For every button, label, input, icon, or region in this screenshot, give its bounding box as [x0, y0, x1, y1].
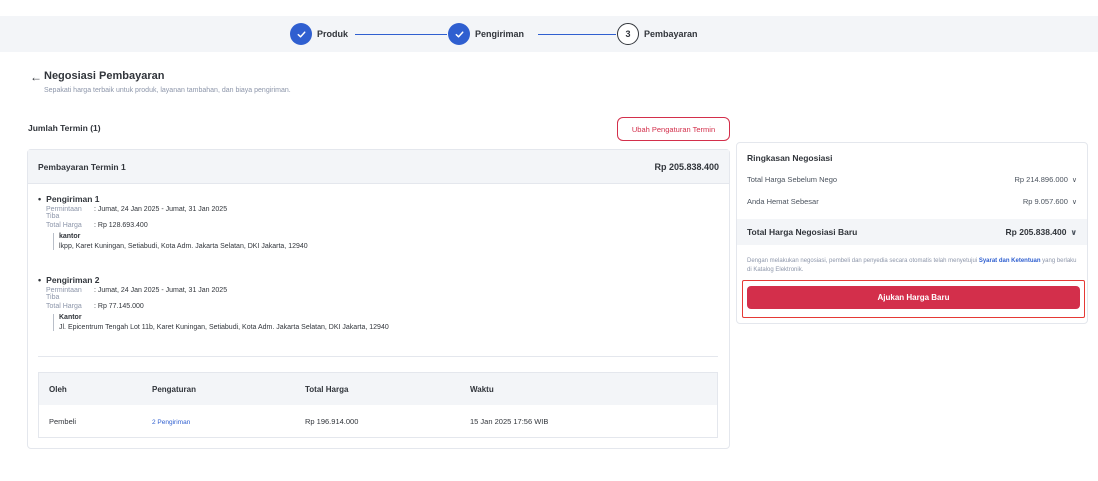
negotiation-history-table: Oleh Pengaturan Total Harga Waktu Pembel…: [38, 372, 718, 438]
col-oleh: Oleh: [49, 384, 67, 394]
step-label: Produk: [317, 29, 349, 39]
termin-amount: Rp 205.838.400: [654, 161, 719, 172]
check-icon: [448, 23, 470, 45]
summary-total-row[interactable]: Total Harga Negosiasi Baru Rp 205.838.40…: [737, 219, 1087, 245]
shipment-address: Kantor Jl. Epicentrum Tengah Lot 11b, Ka…: [53, 314, 718, 331]
total-value: Rp 205.838.400: [1005, 227, 1067, 237]
shipments-link[interactable]: 2 Pengiriman: [152, 419, 190, 426]
termin-title: Pembayaran Termin 1: [38, 161, 126, 172]
bullet-icon: •: [38, 194, 42, 204]
submit-highlight: Ajukan Harga Baru: [742, 280, 1085, 318]
step-connector: [538, 34, 616, 35]
address-line: lkpp, Karet Kuningan, Setiabudi, Kota Ad…: [59, 243, 308, 250]
col-total-harga: Total Harga: [305, 384, 349, 394]
summary-saving-row[interactable]: Anda Hemat Sebesar Rp 9.057.600 ∨: [747, 197, 1077, 206]
price-label: Total Harga: [46, 303, 82, 310]
price-label: Total Harga: [46, 222, 82, 229]
change-termin-button[interactable]: Ubah Pengaturan Termin: [617, 117, 730, 141]
bullet-icon: •: [38, 275, 42, 285]
address-name: Kantor: [59, 314, 82, 321]
shipment-title: • Pengiriman 2: [38, 275, 718, 285]
summary-before-row[interactable]: Total Harga Sebelum Nego Rp 214.896.000 ∨: [747, 175, 1077, 184]
total-label: Total Harga Negosiasi Baru: [747, 227, 858, 237]
step-produk: Produk: [290, 23, 348, 45]
saving-label: Anda Hemat Sebesar: [747, 197, 819, 206]
chevron-down-icon[interactable]: ∨: [1071, 228, 1078, 237]
shipment-title-text: Pengiriman 2: [46, 275, 100, 285]
total-value-wrap: Rp 205.838.400 ∨: [1006, 227, 1077, 237]
negotiation-summary: Ringkasan Negosiasi Total Harga Sebelum …: [736, 142, 1088, 324]
termin-count: Jumlah Termin (1): [28, 123, 101, 133]
step-connector: [355, 34, 447, 35]
disclaimer: Dengan melakukan negosiasi, pembeli dan …: [747, 257, 1077, 275]
termin-header: Pembayaran Termin 1 Rp 205.838.400: [28, 150, 729, 184]
shipment-address: kantor lkpp, Karet Kuningan, Setiabudi, …: [53, 233, 718, 250]
page-title: Negosiasi Pembayaran: [44, 70, 165, 82]
step-pengiriman: Pengiriman: [448, 23, 524, 45]
shipment-1: • Pengiriman 1 Permintaan Tiba : Jumat, …: [38, 194, 718, 250]
cell-time: 15 Jan 2025 17:56 WIB: [470, 416, 549, 426]
request-value: : Jumat, 24 Jan 2025 - Jumat, 31 Jan 202…: [94, 287, 228, 294]
terms-link[interactable]: Syarat dan Ketentuan: [979, 258, 1041, 264]
shipment-request: Permintaan Tiba : Jumat, 24 Jan 2025 - J…: [46, 206, 718, 220]
step-pembayaran: 3 Pembayaran: [617, 23, 698, 45]
col-waktu: Waktu: [470, 384, 494, 394]
shipment-price: Total Harga : Rp 128.693.400: [46, 222, 718, 229]
divider: [38, 356, 718, 357]
termin-card: Pembayaran Termin 1 Rp 205.838.400 • Pen…: [27, 149, 730, 449]
step-label: Pembayaran: [644, 29, 698, 39]
disclaimer-text: Dengan melakukan negosiasi, pembeli dan …: [747, 258, 979, 264]
table-header: Oleh Pengaturan Total Harga Waktu: [39, 373, 717, 405]
back-arrow-icon[interactable]: ←: [30, 70, 42, 84]
cell-setting: 2 Pengiriman: [152, 417, 305, 426]
chevron-down-icon[interactable]: ∨: [1072, 199, 1077, 206]
page-subtitle: Sepakati harga terbaik untuk produk, lay…: [44, 87, 291, 94]
request-label: Permintaan Tiba: [46, 287, 82, 301]
cell-total: Rp 196.914.000: [305, 416, 359, 426]
step-label: Pengiriman: [475, 29, 525, 39]
cell-by: Pembeli: [49, 416, 77, 426]
chevron-down-icon[interactable]: ∨: [1072, 177, 1077, 184]
col-pengaturan: Pengaturan: [152, 384, 197, 394]
checkout-stepper: Produk Pengiriman 3 Pembayaran: [0, 16, 1098, 52]
shipment-price: Total Harga : Rp 77.145.000: [46, 303, 718, 310]
shipment-2: • Pengiriman 2 Permintaan Tiba : Jumat, …: [38, 275, 718, 331]
address-line: Jl. Epicentrum Tengah Lot 11b, Karet Kun…: [59, 324, 389, 331]
submit-new-price-button[interactable]: Ajukan Harga Baru: [747, 286, 1080, 309]
request-label: Permintaan Tiba: [46, 206, 82, 220]
before-value: Rp 214.896.000: [1014, 175, 1068, 184]
before-label: Total Harga Sebelum Nego: [747, 175, 838, 184]
address-name: kantor: [59, 233, 81, 240]
step-number: 3: [617, 23, 639, 45]
before-value-wrap: Rp 214.896.000 ∨: [1014, 175, 1077, 184]
table-row: Pembeli 2 Pengiriman Rp 196.914.000 15 J…: [39, 405, 717, 437]
shipment-title-text: Pengiriman 1: [46, 194, 100, 204]
saving-value: Rp 9.057.600: [1022, 197, 1068, 206]
request-value: : Jumat, 24 Jan 2025 - Jumat, 31 Jan 202…: [94, 206, 228, 213]
saving-value-wrap: Rp 9.057.600 ∨: [1023, 197, 1077, 206]
shipment-title: • Pengiriman 1: [38, 194, 718, 204]
check-icon: [290, 23, 312, 45]
shipment-request: Permintaan Tiba : Jumat, 24 Jan 2025 - J…: [46, 287, 718, 301]
summary-title: Ringkasan Negosiasi: [747, 153, 833, 163]
price-value: : Rp 128.693.400: [94, 222, 148, 229]
price-value: : Rp 77.145.000: [94, 303, 144, 310]
